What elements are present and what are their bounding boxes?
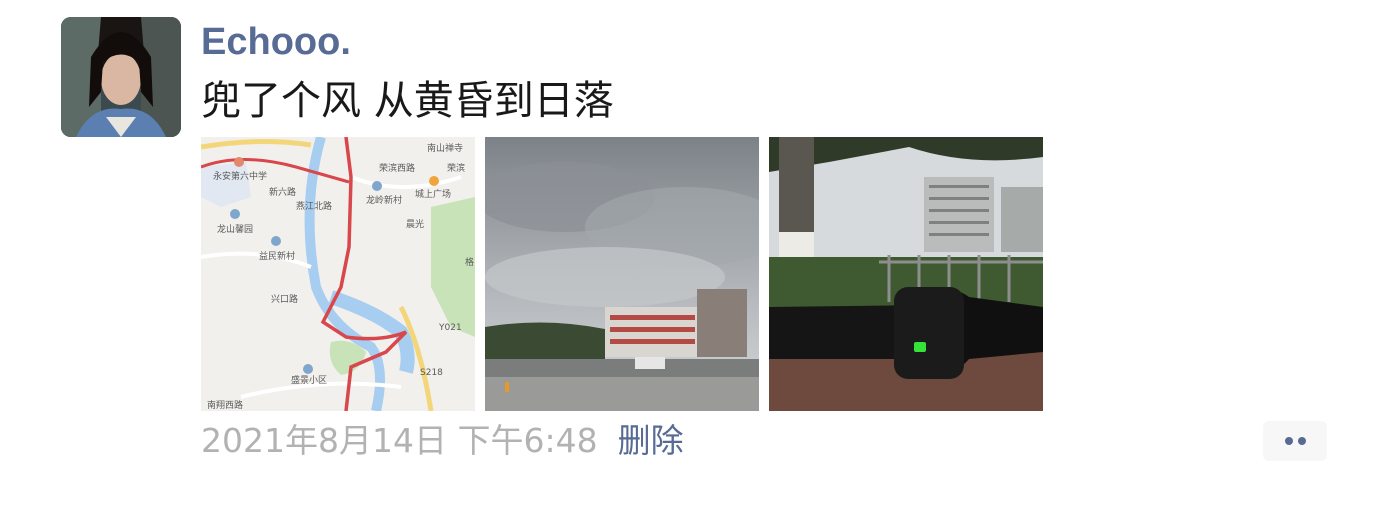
map-label: 龙山馨园	[217, 223, 253, 235]
map-label: 格	[465, 256, 474, 268]
map-label: Y021	[438, 323, 462, 333]
map-label: 荣滨	[447, 162, 465, 174]
post-text: 兜了个风 从黄昏到日落	[201, 78, 614, 124]
delete-link[interactable]: 删除	[618, 421, 684, 460]
timestamp: 2021年8月14日 下午6:48	[201, 421, 598, 460]
map-label: 龙岭新村	[366, 194, 402, 206]
more-dots-icon	[1285, 437, 1293, 445]
map-label: 晨光	[406, 218, 424, 230]
photo-park-handlebar[interactable]	[769, 137, 1043, 411]
map-label: 南山禅寺	[427, 142, 463, 154]
map-label: 新六路	[269, 186, 296, 198]
map-label: 益民新村	[259, 250, 295, 262]
more-dots-icon	[1298, 437, 1306, 445]
photo-cloudy-sky[interactable]	[485, 137, 759, 411]
post-meta: 2021年8月14日 下午6:48 删除	[201, 418, 684, 464]
photo-map[interactable]: 南山禅寺 永安第六中学 荣滨西路 荣滨 新六路 城上广场 龙岭新村 龙山馨园 益…	[201, 137, 475, 411]
avatar[interactable]	[61, 17, 181, 137]
username[interactable]: Echooo.	[201, 20, 351, 64]
map-label: 永安第六中学	[213, 170, 267, 182]
moments-post: Echooo. 兜了个风 从黄昏到日落 南山禅寺 永安第六中学 荣滨西路 荣滨 …	[0, 0, 1399, 526]
map-label: 盛景小区	[291, 374, 327, 386]
map-label: 城上广场	[415, 188, 451, 200]
map-label: 兴口路	[271, 293, 298, 305]
map-label: 燕江北路	[296, 200, 332, 212]
more-actions-button[interactable]	[1263, 421, 1327, 461]
map-label: 荣滨西路	[379, 162, 415, 174]
map-label: S218	[420, 368, 443, 378]
map-label: 南翔西路	[207, 399, 243, 411]
